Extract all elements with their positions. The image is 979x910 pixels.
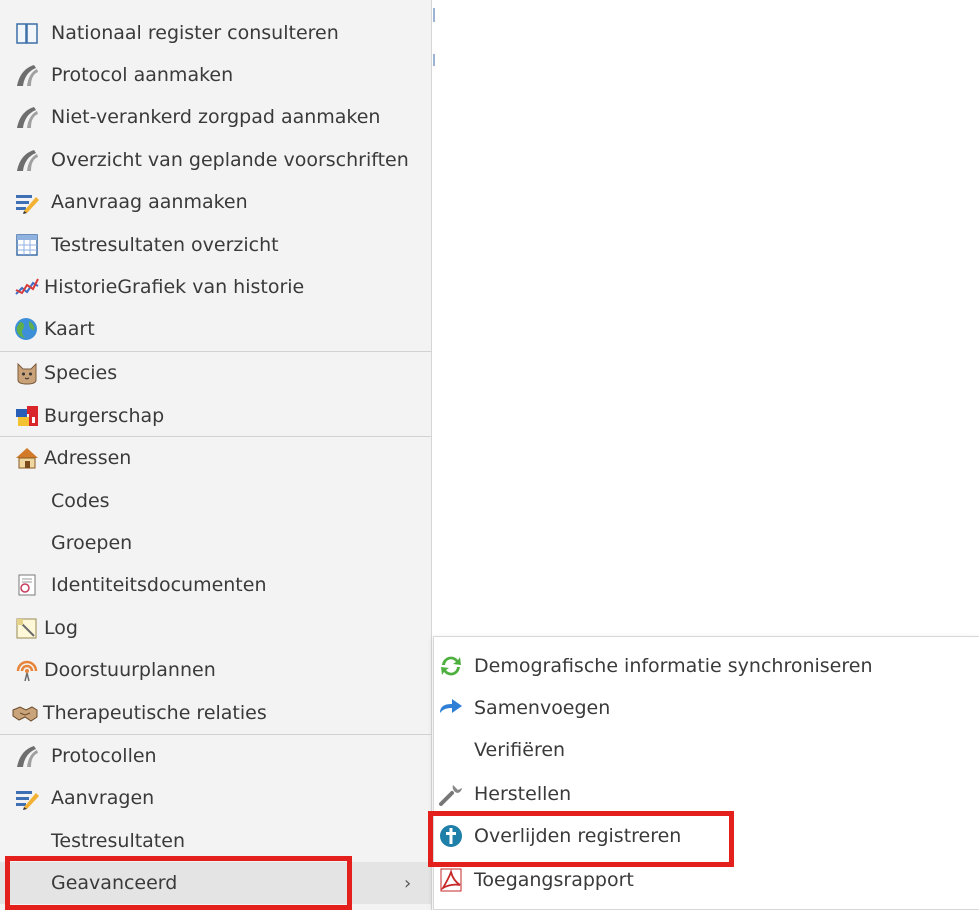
annotation-box-overlijden-registreren: [428, 811, 734, 867]
wrench-icon: [438, 781, 464, 807]
submenu-item-label: Demografische informatie synchroniseren: [474, 655, 873, 677]
menu-item-label: Niet-verankerd zorgpad aanmaken: [51, 106, 381, 128]
annotation-box-geavanceerd: [5, 856, 352, 910]
menu-item-nationaal-register[interactable]: Nationaal register consulteren: [0, 12, 431, 54]
menu-item-label: Aanvragen: [51, 787, 155, 809]
globe-icon: [13, 316, 39, 342]
menu-item-label: Groepen: [51, 532, 133, 554]
house-icon: [14, 445, 40, 471]
background-window-edge: [433, 0, 435, 68]
menu-item-label: Overzicht van geplande voorschriften: [51, 149, 409, 171]
book-icon: [14, 20, 40, 46]
menu-item-label: Burgerschap: [44, 405, 165, 427]
submenu-item-demografische-sync[interactable]: Demografische informatie synchroniseren: [434, 645, 979, 687]
menu-item-label: Codes: [51, 490, 110, 512]
table-icon: [14, 232, 40, 258]
menu-item-label: Testresultaten: [51, 830, 185, 852]
road-icon: [14, 147, 40, 173]
pdf-icon: [438, 867, 464, 893]
context-menu: Nationaal register consulteren Protocol …: [0, 0, 432, 910]
sync-icon: [438, 653, 464, 679]
menu-item-groepen[interactable]: Groepen: [0, 522, 431, 564]
menu-item-label: Identiteitsdocumenten: [51, 574, 267, 596]
menu-item-species[interactable]: Species: [0, 352, 431, 394]
submenu-item-label: Verifiëren: [474, 739, 566, 761]
menu-item-protocol-aanmaken[interactable]: Protocol aanmaken: [0, 54, 431, 96]
menu-item-label: Aanvraag aanmaken: [51, 191, 248, 213]
menu-item-label: Testresultaten overzicht: [51, 234, 279, 256]
menu-item-kaart[interactable]: Kaart: [0, 308, 431, 350]
log-icon: [14, 615, 40, 641]
menu-item-label: Doorstuurplannen: [44, 659, 216, 681]
broadcast-icon: [14, 657, 40, 683]
road-icon: [14, 62, 40, 88]
menu-item-aanvraag-aanmaken[interactable]: Aanvraag aanmaken: [0, 181, 431, 223]
menu-item-historiegrafiek[interactable]: HistorieGrafiek van historie: [0, 266, 431, 308]
submenu-item-label: Samenvoegen: [474, 697, 611, 719]
road-icon: [14, 743, 40, 769]
menu-item-label: Protocol aanmaken: [51, 64, 234, 86]
menu-item-label: Log: [44, 617, 78, 639]
menu-item-label: HistorieGrafiek van historie: [44, 276, 305, 298]
merge-arrow-icon: [438, 695, 464, 721]
menu-item-log[interactable]: Log: [0, 607, 431, 649]
submenu-item-herstellen[interactable]: Herstellen: [434, 773, 979, 815]
submenu-geavanceerd: Demografische informatie synchroniseren …: [433, 636, 979, 910]
menu-item-label: Species: [44, 362, 118, 384]
menu-item-niet-verankerd-zorgpad[interactable]: Niet-verankerd zorgpad aanmaken: [0, 96, 431, 138]
menu-item-overzicht-voorschriften[interactable]: Overzicht van geplande voorschriften: [0, 139, 431, 181]
menu-item-testresultaten-overzicht[interactable]: Testresultaten overzicht: [0, 224, 431, 266]
flags-icon: [14, 403, 40, 429]
pencil-paper-icon: [14, 785, 40, 811]
menu-item-burgerschap[interactable]: Burgerschap: [0, 395, 431, 437]
submenu-item-samenvoegen[interactable]: Samenvoegen: [434, 687, 979, 729]
menu-item-adressen[interactable]: Adressen: [0, 437, 431, 479]
submenu-item-verifieren[interactable]: Verifiëren: [434, 729, 979, 771]
cat-icon: [14, 360, 40, 386]
road-icon: [14, 104, 40, 130]
menu-item-label: Therapeutische relaties: [43, 702, 267, 724]
menu-item-label: Kaart: [44, 318, 95, 340]
chevron-right-icon: ›: [404, 872, 412, 894]
menu-item-label: Nationaal register consulteren: [51, 22, 339, 44]
menu-item-identiteitsdocumenten[interactable]: Identiteitsdocumenten: [0, 564, 431, 606]
menu-item-label: Adressen: [44, 447, 132, 469]
menu-item-protocollen[interactable]: Protocollen: [0, 735, 431, 777]
menu-item-doorstuurplannen[interactable]: Doorstuurplannen: [0, 649, 431, 691]
id-document-icon: [14, 572, 40, 598]
submenu-item-label: Herstellen: [474, 783, 572, 805]
menu-item-therapeutische-relaties[interactable]: Therapeutische relaties: [0, 692, 431, 734]
menu-item-label: Protocollen: [51, 745, 157, 767]
handshake-icon: [12, 700, 38, 726]
line-chart-icon: [14, 274, 40, 300]
menu-item-aanvragen[interactable]: Aanvragen: [0, 777, 431, 819]
pencil-paper-icon: [14, 189, 40, 215]
menu-item-codes[interactable]: Codes: [0, 480, 431, 522]
submenu-item-label: Toegangsrapport: [474, 869, 634, 891]
